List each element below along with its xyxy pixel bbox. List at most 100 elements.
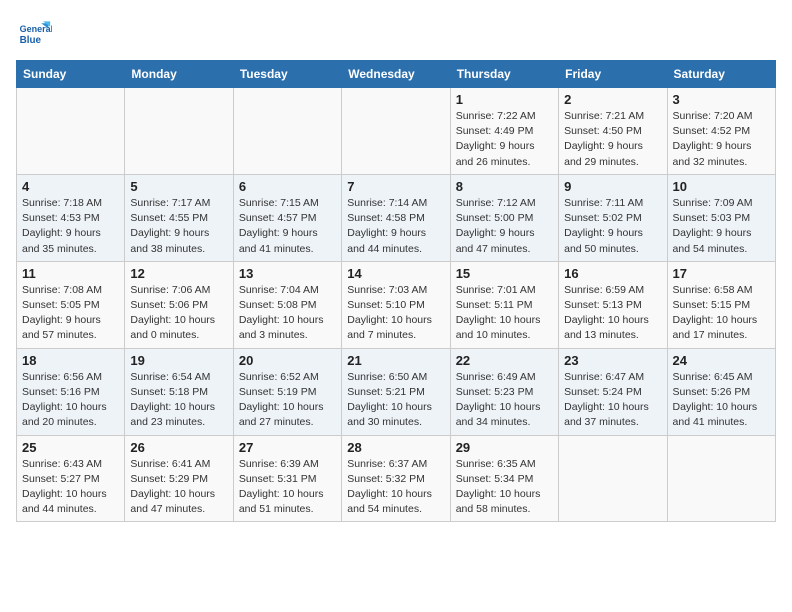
day-info: Sunrise: 7:22 AM Sunset: 4:49 PM Dayligh… [456,109,553,170]
day-info: Sunrise: 6:52 AM Sunset: 5:19 PM Dayligh… [239,370,336,431]
calendar-cell [342,88,450,175]
day-number: 25 [22,440,119,455]
col-header-wednesday: Wednesday [342,61,450,88]
calendar-cell: 3 Sunrise: 7:20 AM Sunset: 4:52 PM Daylig… [667,88,775,175]
day-number: 6 [239,179,336,194]
day-info: Sunrise: 7:06 AM Sunset: 5:06 PM Dayligh… [130,283,227,344]
day-number: 27 [239,440,336,455]
calendar-cell: 21Sunrise: 6:50 AM Sunset: 5:21 PM Dayli… [342,348,450,435]
calendar-cell: 25 Sunrise: 6:43 AM Sunset: 5:27 PM Dayli… [17,435,125,522]
day-info: Sunrise: 7:18 AM Sunset: 4:53 PM Dayligh… [22,196,119,257]
calendar-cell: 18 Sunrise: 6:56 AM Sunset: 5:16 PM Dayli… [17,348,125,435]
day-number: 26 [130,440,227,455]
day-info: Sunrise: 7:20 AM Sunset: 4:52 PM Dayligh… [673,109,770,170]
week-row-5: 25 Sunrise: 6:43 AM Sunset: 5:27 PM Dayli… [17,435,776,522]
day-number: 5 [130,179,227,194]
week-row-1: 1 Sunrise: 7:22 AM Sunset: 4:49 PM Daylig… [17,88,776,175]
logo-icon: General Blue [16,16,52,52]
day-info: Sunrise: 6:50 AM Sunset: 5:21 PM Dayligh… [347,370,444,431]
calendar-cell: 28 Sunrise: 6:37 AM Sunset: 5:32 PM Dayli… [342,435,450,522]
calendar-cell: 8 Sunrise: 7:12 AM Sunset: 5:00 PM Daylig… [450,174,558,261]
day-info: Sunrise: 7:04 AM Sunset: 5:08 PM Dayligh… [239,283,336,344]
day-number: 10 [673,179,770,194]
day-info: Sunrise: 7:15 AM Sunset: 4:57 PM Dayligh… [239,196,336,257]
day-info: Sunrise: 6:49 AM Sunset: 5:23 PM Dayligh… [456,370,553,431]
day-info: Sunrise: 7:12 AM Sunset: 5:00 PM Dayligh… [456,196,553,257]
day-number: 14 [347,266,444,281]
calendar-cell: 2 Sunrise: 7:21 AM Sunset: 4:50 PM Daylig… [559,88,667,175]
day-number: 1 [456,92,553,107]
day-info: Sunrise: 7:08 AM Sunset: 5:05 PM Dayligh… [22,283,119,344]
day-info: Sunrise: 7:21 AM Sunset: 4:50 PM Dayligh… [564,109,661,170]
day-info: Sunrise: 6:45 AM Sunset: 5:26 PM Dayligh… [673,370,770,431]
day-info: Sunrise: 7:09 AM Sunset: 5:03 PM Dayligh… [673,196,770,257]
col-header-tuesday: Tuesday [233,61,341,88]
calendar-cell: 27 Sunrise: 6:39 AM Sunset: 5:31 PM Dayli… [233,435,341,522]
calendar-cell: 19 Sunrise: 6:54 AM Sunset: 5:18 PM Dayli… [125,348,233,435]
logo: General Blue [16,16,52,52]
calendar-cell [667,435,775,522]
calendar-cell: 23 Sunrise: 6:47 AM Sunset: 5:24 PM Dayli… [559,348,667,435]
calendar-cell: 10 Sunrise: 7:09 AM Sunset: 5:03 PM Dayli… [667,174,775,261]
col-header-sunday: Sunday [17,61,125,88]
day-number: 22 [456,353,553,368]
day-info: Sunrise: 6:47 AM Sunset: 5:24 PM Dayligh… [564,370,661,431]
calendar-table: SundayMondayTuesdayWednesdayThursdayFrid… [16,60,776,522]
calendar-cell: 26 Sunrise: 6:41 AM Sunset: 5:29 PM Dayli… [125,435,233,522]
day-info: Sunrise: 6:59 AM Sunset: 5:13 PM Dayligh… [564,283,661,344]
day-number: 15 [456,266,553,281]
day-info: Sunrise: 6:58 AM Sunset: 5:15 PM Dayligh… [673,283,770,344]
svg-text:Blue: Blue [20,35,42,46]
calendar-cell: 7 Sunrise: 7:14 AM Sunset: 4:58 PM Daylig… [342,174,450,261]
calendar-cell: 24 Sunrise: 6:45 AM Sunset: 5:26 PM Dayli… [667,348,775,435]
col-header-thursday: Thursday [450,61,558,88]
page-header: General Blue [16,16,776,52]
calendar-cell: 29Sunrise: 6:35 AM Sunset: 5:34 PM Dayli… [450,435,558,522]
day-number: 13 [239,266,336,281]
col-header-monday: Monday [125,61,233,88]
day-number: 19 [130,353,227,368]
day-info: Sunrise: 6:54 AM Sunset: 5:18 PM Dayligh… [130,370,227,431]
day-info: Sunrise: 7:14 AM Sunset: 4:58 PM Dayligh… [347,196,444,257]
calendar-cell [125,88,233,175]
day-info: Sunrise: 6:39 AM Sunset: 5:31 PM Dayligh… [239,457,336,518]
day-number: 17 [673,266,770,281]
day-number: 16 [564,266,661,281]
calendar-cell: 14 Sunrise: 7:03 AM Sunset: 5:10 PM Dayli… [342,261,450,348]
calendar-cell: 1 Sunrise: 7:22 AM Sunset: 4:49 PM Daylig… [450,88,558,175]
calendar-cell: 13 Sunrise: 7:04 AM Sunset: 5:08 PM Dayli… [233,261,341,348]
day-number: 11 [22,266,119,281]
calendar-cell [233,88,341,175]
day-number: 29 [456,440,553,455]
day-info: Sunrise: 6:56 AM Sunset: 5:16 PM Dayligh… [22,370,119,431]
day-info: Sunrise: 7:03 AM Sunset: 5:10 PM Dayligh… [347,283,444,344]
calendar-cell: 15 Sunrise: 7:01 AM Sunset: 5:11 PM Dayli… [450,261,558,348]
day-info: Sunrise: 6:43 AM Sunset: 5:27 PM Dayligh… [22,457,119,518]
day-info: Sunrise: 7:11 AM Sunset: 5:02 PM Dayligh… [564,196,661,257]
day-number: 23 [564,353,661,368]
day-number: 2 [564,92,661,107]
calendar-cell: 6 Sunrise: 7:15 AM Sunset: 4:57 PM Daylig… [233,174,341,261]
calendar-cell: 20 Sunrise: 6:52 AM Sunset: 5:19 PM Dayli… [233,348,341,435]
calendar-cell: 5 Sunrise: 7:17 AM Sunset: 4:55 PM Daylig… [125,174,233,261]
calendar-cell: 17 Sunrise: 6:58 AM Sunset: 5:15 PM Dayli… [667,261,775,348]
day-info: Sunrise: 7:01 AM Sunset: 5:11 PM Dayligh… [456,283,553,344]
day-info: Sunrise: 6:37 AM Sunset: 5:32 PM Dayligh… [347,457,444,518]
day-info: Sunrise: 6:41 AM Sunset: 5:29 PM Dayligh… [130,457,227,518]
day-number: 28 [347,440,444,455]
calendar-cell [17,88,125,175]
calendar-cell: 12 Sunrise: 7:06 AM Sunset: 5:06 PM Dayli… [125,261,233,348]
day-number: 7 [347,179,444,194]
day-number: 24 [673,353,770,368]
day-number: 3 [673,92,770,107]
week-row-2: 4 Sunrise: 7:18 AM Sunset: 4:53 PM Daylig… [17,174,776,261]
calendar-cell: 4 Sunrise: 7:18 AM Sunset: 4:53 PM Daylig… [17,174,125,261]
day-number: 12 [130,266,227,281]
day-number: 18 [22,353,119,368]
day-info: Sunrise: 7:17 AM Sunset: 4:55 PM Dayligh… [130,196,227,257]
day-number: 20 [239,353,336,368]
col-header-friday: Friday [559,61,667,88]
day-number: 8 [456,179,553,194]
calendar-cell: 9Sunrise: 7:11 AM Sunset: 5:02 PM Daylig… [559,174,667,261]
day-number: 4 [22,179,119,194]
